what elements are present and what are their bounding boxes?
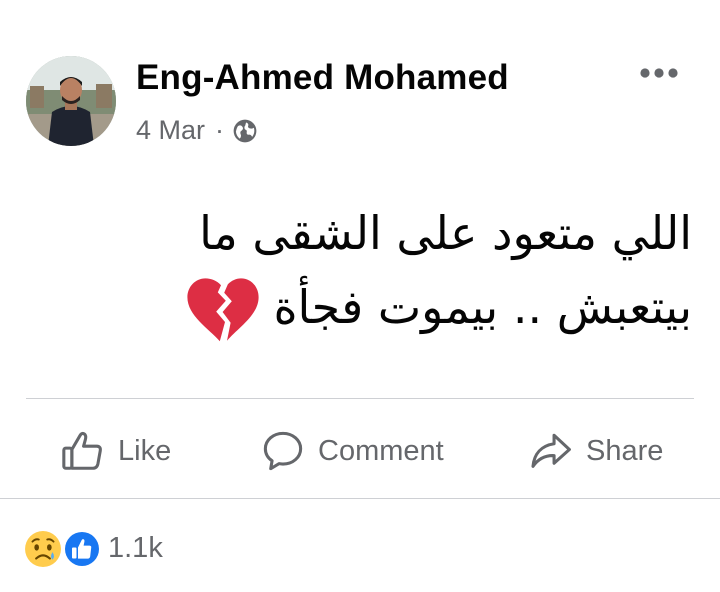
post-meta: 4 Mar · [136,114,258,146]
content-divider [26,398,694,399]
post-date[interactable]: 4 Mar [136,115,205,146]
reaction-icons [24,528,102,568]
comment-label: Comment [318,434,444,467]
share-arrow-icon [528,428,574,474]
reaction-count[interactable]: 1.1k [108,532,163,565]
thumbs-up-icon [60,428,106,474]
author-avatar[interactable] [26,56,116,146]
actions-divider [0,498,720,499]
like-button[interactable]: Like [60,426,171,476]
globe-icon[interactable] [232,118,258,144]
broken-heart-emoji [187,277,260,341]
sad-reaction-icon [25,531,61,567]
share-label: Share [586,434,664,467]
post-text-line-2: بيتعبش .. بيموت فجأة [273,280,692,334]
reactions-summary[interactable]: 1.1k [24,528,163,568]
action-bar: Like Comment Share [0,404,720,498]
comment-bubble-icon [260,428,306,474]
post-text-line-1: اللي متعود على الشقى ما [199,206,692,260]
avatar-photo [26,56,116,146]
like-reaction-icon [63,530,101,568]
post-text: اللي متعود على الشقى ما بيتعبش .. بيموت … [52,196,692,344]
like-label: Like [118,434,172,467]
author-name[interactable]: Eng-Ahmed Mohamed [136,58,509,98]
post-text-line-2-wrap: بيتعبش .. بيموت فجأة [52,270,692,344]
meta-separator: · [215,114,225,145]
share-button[interactable]: Share [528,426,663,476]
more-options-button[interactable] [632,56,686,90]
more-options-icon [640,68,678,78]
comment-button[interactable]: Comment [260,426,444,476]
